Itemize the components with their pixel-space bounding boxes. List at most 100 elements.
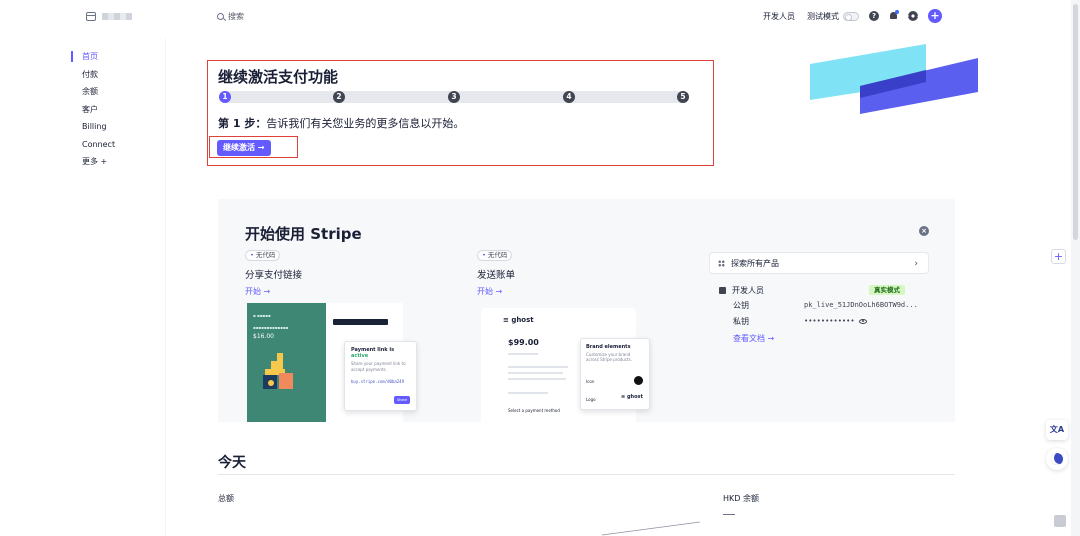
explore-products-button[interactable]: 探索所有产品 ›	[709, 252, 929, 274]
activation-title: 继续激活支付功能	[218, 68, 339, 86]
decorative-stripes	[810, 44, 978, 114]
step-text: 告诉我们有关您业务的更多信息以开始。	[266, 117, 465, 130]
step-5[interactable]: 5	[677, 91, 689, 103]
preview-price: $16.00	[253, 333, 274, 340]
hkd-balance-label: HKD 余额	[723, 494, 759, 503]
invoice-preview: ≡ ghost $99.00 Select a payment method B…	[481, 308, 650, 422]
preview-top-bar	[333, 319, 388, 325]
brand-icon	[86, 12, 96, 21]
scrollbar-thumb[interactable]	[1073, 4, 1078, 240]
developers-link[interactable]: 开发人员	[763, 11, 795, 22]
explore-products-label: 探索所有产品	[731, 258, 779, 268]
ghost-logo: ≡ ghost	[503, 316, 534, 324]
plus-icon[interactable]: +	[928, 9, 942, 23]
sidebar-item-payments[interactable]: 付款	[70, 66, 170, 84]
invoice-line	[508, 372, 563, 374]
payment-link-preview: ▪ ▪▪▪▪▪ ▪▪▪▪▪▪▪▪▪▪▪▪▪ $16.00 Payment lin…	[247, 303, 417, 422]
close-icon[interactable]: ×	[919, 226, 929, 236]
bot-icon[interactable]	[1046, 448, 1068, 470]
invoice-line	[508, 366, 568, 368]
feature-invoices: 无代码 发送账单 开始 →	[477, 250, 677, 297]
search-icon	[217, 13, 224, 20]
account-name-redacted	[102, 13, 132, 20]
invoice-price: $99.00	[508, 338, 539, 347]
today-divider	[218, 474, 955, 475]
sidebar-item-connect[interactable]: Connect	[70, 136, 170, 154]
feature-start-link[interactable]: 开始 →	[245, 286, 445, 297]
brand-logo-swatch: ≡ ghost	[621, 394, 643, 400]
brand-logo-label: Logo	[586, 397, 596, 402]
search-bar[interactable]: 搜索	[217, 11, 244, 22]
popup-url: buy.stripe.com/d0ba249	[351, 379, 404, 384]
payment-method-label: Select a payment method	[508, 408, 560, 413]
payment-link-popup: Payment link is active Share your paymen…	[344, 341, 417, 411]
brand-icon-swatch	[634, 376, 643, 385]
step-prefix: 第 1 步：	[218, 117, 267, 130]
sidebar-item-home[interactable]: 首页	[70, 48, 170, 66]
live-mode-badge: 真实模式	[869, 285, 905, 295]
ghost-logo-text: ghost	[511, 316, 534, 324]
get-started-panel: 开始使用 Stripe × 无代码 分享支付链接 开始 → 无代码 发送账单 开…	[218, 199, 955, 422]
secret-key-value: ••••••••••••	[804, 317, 855, 325]
feature-title: 发送账单	[477, 270, 516, 281]
activation-progress: 1 2 3 4 5	[219, 91, 689, 103]
test-mode-label: 测试模式	[807, 11, 839, 21]
invoice-line	[508, 353, 538, 355]
popup-title: Payment link is active	[351, 347, 410, 359]
bell-icon[interactable]	[889, 10, 899, 21]
step-description: 第 1 步：告诉我们有关您业务的更多信息以开始。	[218, 115, 464, 131]
code-icon	[719, 287, 726, 294]
brand-card-title: Brand elements	[586, 344, 631, 350]
feature-payment-links: 无代码 分享支付链接 开始 →	[245, 250, 445, 297]
brand-card-subtitle: Customize your brand across Stripe produ…	[586, 352, 632, 362]
sparkline	[601, 521, 701, 536]
developers-label: 开发人员	[732, 286, 764, 295]
brand-logo-text: ghost	[626, 394, 643, 400]
hkd-balance-value	[723, 514, 735, 515]
header-actions: 开发人员 测试模式 ? +	[763, 9, 942, 23]
secret-key-label: 私钥	[733, 317, 749, 326]
translate-icon[interactable]: 文A	[1046, 420, 1068, 440]
step-3[interactable]: 3	[448, 91, 460, 103]
sidebar-divider	[165, 38, 166, 536]
toggle-switch[interactable]	[843, 11, 859, 21]
sidebar-item-balances[interactable]: 余额	[70, 83, 170, 101]
publishable-key-value[interactable]: pk_live_51JDnOoLh6BOTW9d...	[804, 301, 918, 309]
brand-elements-card: Brand elements Customize your brand acro…	[580, 338, 650, 410]
popup-status: active	[351, 353, 369, 359]
popup-share-button: Share	[394, 396, 410, 404]
extension-icon[interactable]	[1054, 515, 1066, 527]
eye-icon[interactable]	[858, 318, 867, 324]
view-docs-link[interactable]: 查看文档 →	[733, 333, 774, 344]
account-switcher[interactable]	[86, 12, 132, 21]
developers-section-header: 开发人员	[719, 285, 764, 296]
publishable-key-label: 公钥	[733, 301, 749, 310]
step-2[interactable]: 2	[333, 91, 345, 103]
no-code-badge: 无代码	[245, 250, 281, 261]
no-code-badge: 无代码	[477, 250, 513, 261]
invoice-line	[508, 378, 566, 380]
feature-title: 分享支付链接	[245, 270, 303, 281]
gross-volume-label: 总额	[218, 494, 234, 503]
top-bar: 搜索 开发人员 测试模式 ? +	[0, 0, 1068, 34]
continue-activation-button[interactable]: 继续激活 →	[217, 140, 271, 156]
step-1[interactable]: 1	[219, 91, 231, 103]
get-started-title: 开始使用 Stripe	[245, 225, 362, 243]
popup-subtitle: Share your payment link to accept paymen…	[351, 361, 406, 372]
preview-product-line: ▪▪▪▪▪▪▪▪▪▪▪▪▪	[253, 325, 289, 330]
preview-green-panel: ▪ ▪▪▪▪▪ ▪▪▪▪▪▪▪▪▪▪▪▪▪ $16.00	[247, 303, 326, 422]
help-icon[interactable]: ?	[869, 11, 879, 21]
sidebar-item-billing[interactable]: Billing	[70, 118, 170, 136]
secret-key-row: ••••••••••••	[804, 317, 867, 325]
sidebar-item-customers[interactable]: 客户	[70, 101, 170, 119]
sidebar-item-more[interactable]: 更多 +	[70, 153, 170, 171]
step-4[interactable]: 4	[563, 91, 575, 103]
invoice-line	[508, 392, 548, 394]
feature-start-link[interactable]: 开始 →	[477, 286, 677, 297]
preview-illustration	[263, 353, 293, 389]
test-mode-toggle[interactable]: 测试模式	[807, 11, 859, 22]
gear-icon[interactable]	[908, 11, 918, 21]
preview-merchant-line: ▪ ▪▪▪▪▪	[253, 313, 271, 318]
grid-icon	[718, 259, 725, 267]
side-plus-icon[interactable]: +	[1051, 249, 1066, 264]
